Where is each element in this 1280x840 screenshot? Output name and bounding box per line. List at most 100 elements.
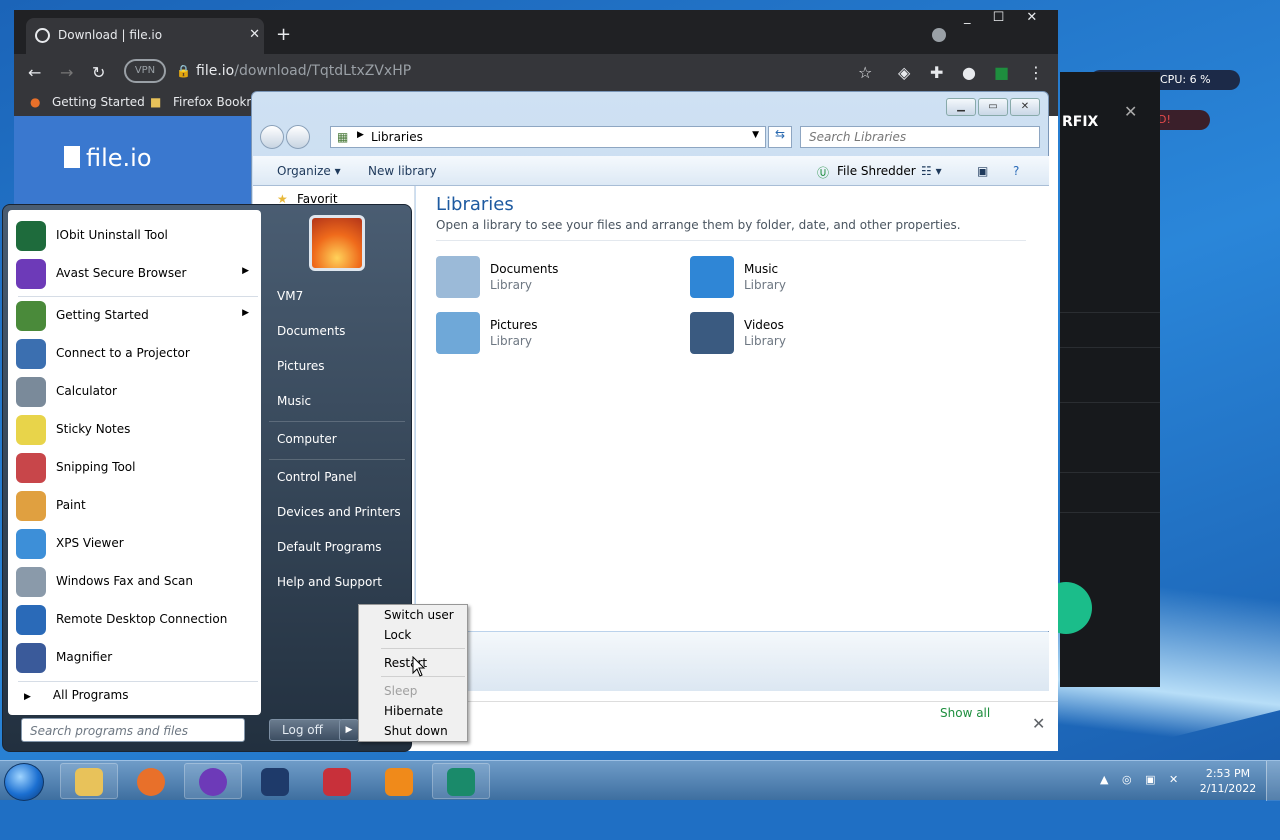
- log-off-button[interactable]: Log off: [269, 719, 343, 741]
- program-item[interactable]: Connect to a Projector: [12, 336, 257, 372]
- program-item[interactable]: XPS Viewer: [12, 526, 257, 562]
- start-item-pictures[interactable]: Pictures: [277, 359, 325, 373]
- show-desktop-button[interactable]: [1266, 761, 1280, 801]
- close-tab-icon[interactable]: ✕: [249, 27, 260, 42]
- back-icon[interactable]: ←: [28, 63, 41, 82]
- nav-buttons: [260, 125, 312, 152]
- start-item-computer[interactable]: Computer: [277, 432, 337, 446]
- start-item-default-programs[interactable]: Default Programs: [277, 540, 382, 554]
- program-item[interactable]: Snipping Tool: [12, 450, 257, 486]
- taskbar-app-firefox[interactable]: [122, 763, 180, 799]
- site-logo[interactable]: file.io: [86, 144, 152, 172]
- tray-expand-icon[interactable]: ▲: [1100, 773, 1108, 786]
- close-icon[interactable]: ✕: [1124, 102, 1137, 121]
- start-item-control-panel[interactable]: Control Panel: [277, 470, 357, 484]
- tray-app-icon[interactable]: ◎: [1122, 773, 1132, 786]
- file-shredder-button[interactable]: File Shredder: [837, 164, 916, 178]
- start-item-documents[interactable]: Documents: [277, 324, 345, 338]
- library-documents[interactable]: Documents Library: [436, 256, 686, 306]
- close-icon[interactable]: ✕: [1032, 714, 1045, 733]
- vpn-badge[interactable]: VPN: [124, 59, 166, 83]
- taskbar-app-grid[interactable]: [432, 763, 490, 799]
- reload-icon[interactable]: ↻: [92, 63, 105, 82]
- help-icon[interactable]: ?: [1013, 164, 1019, 178]
- program-item[interactable]: Windows Fax and Scan: [12, 564, 257, 600]
- program-item[interactable]: Avast Secure Browser ▶: [12, 256, 257, 292]
- taskbar-app-avast[interactable]: [184, 763, 242, 799]
- browser-tab[interactable]: Download | file.io ✕: [26, 18, 264, 54]
- program-item[interactable]: Paint: [12, 488, 257, 524]
- organize-label: Organize: [277, 164, 331, 178]
- program-item[interactable]: Getting Started ▶: [12, 298, 257, 334]
- menu-item-hibernate[interactable]: Hibernate: [384, 704, 443, 718]
- back-button[interactable]: [260, 125, 284, 149]
- explorer-address-bar[interactable]: ▦ ▶ Libraries ▼: [330, 126, 766, 148]
- minimize-button[interactable]: ▁: [946, 98, 976, 116]
- volume-muted-icon[interactable]: ✕: [1169, 773, 1178, 786]
- organize-button[interactable]: Organize ▾: [277, 164, 341, 178]
- close-button[interactable]: ✕: [1010, 98, 1040, 116]
- file-icon: [64, 146, 80, 168]
- tab-search-icon[interactable]: [932, 28, 946, 42]
- firefox-icon: ●: [30, 95, 41, 109]
- divider: [1060, 472, 1160, 473]
- menu-item-shut-down[interactable]: Shut down: [384, 724, 448, 738]
- window-controls[interactable]: _ ☐ ✕: [964, 10, 1037, 25]
- star-icon[interactable]: ☆: [858, 63, 872, 82]
- program-item[interactable]: Magnifier: [12, 640, 257, 676]
- chevron-right-icon[interactable]: ▶: [357, 130, 364, 140]
- start-search-input[interactable]: Search programs and files: [21, 718, 245, 742]
- start-button[interactable]: [4, 763, 44, 801]
- program-item[interactable]: Sticky Notes: [12, 412, 257, 448]
- start-item-devices-printers[interactable]: Devices and Printers: [277, 505, 401, 519]
- forward-button[interactable]: [286, 125, 310, 149]
- power-options-arrow[interactable]: ▶: [339, 719, 359, 741]
- chevron-down-icon[interactable]: ▼: [752, 130, 759, 140]
- system-tray: ▲ ◎ ▣ ✕: [1100, 773, 1178, 786]
- address-bar[interactable]: file.io/download/TqtdLtxZVxHP: [196, 63, 411, 79]
- shield-icon: [261, 768, 289, 796]
- library-videos[interactable]: Videos Library: [690, 312, 940, 362]
- library-music[interactable]: Music Library: [690, 256, 940, 306]
- bookmark-getting-started[interactable]: Getting Started: [52, 95, 145, 109]
- new-tab-icon[interactable]: +: [276, 24, 291, 45]
- maximize-button[interactable]: ▭: [978, 98, 1008, 116]
- program-item[interactable]: Remote Desktop Connection: [12, 602, 257, 638]
- bookmark-firefox-bookmarks[interactable]: Firefox Bookm: [173, 95, 258, 109]
- folder-icon: [75, 768, 103, 796]
- lock-icon[interactable]: 🔒: [176, 64, 191, 78]
- taskbar-app-vlc[interactable]: [370, 763, 428, 799]
- program-label: XPS Viewer: [56, 536, 124, 550]
- extension-icon[interactable]: ◈: [898, 63, 910, 82]
- shield-check-icon[interactable]: ■: [994, 63, 1009, 82]
- library-name: Documents: [490, 262, 559, 276]
- start-item-help-support[interactable]: Help and Support: [277, 575, 382, 589]
- explorer-search-input[interactable]: Search Libraries: [800, 126, 1040, 148]
- refresh-icon[interactable]: ⇆: [768, 126, 792, 148]
- all-programs-button[interactable]: ▶ All Programs: [24, 688, 129, 702]
- show-all-link[interactable]: Show all: [940, 706, 990, 720]
- taskbar-app-recorder[interactable]: [308, 763, 366, 799]
- puzzle-icon[interactable]: ✚: [930, 63, 943, 82]
- preview-pane-icon[interactable]: ▣: [977, 164, 988, 178]
- network-icon[interactable]: ▣: [1145, 773, 1155, 786]
- clock[interactable]: 2:53 PM 2/11/2022: [1198, 766, 1258, 796]
- avatar[interactable]: [309, 215, 365, 271]
- library-pictures[interactable]: Pictures Library: [436, 312, 686, 362]
- profile-icon[interactable]: ●: [962, 63, 976, 82]
- program-label: Windows Fax and Scan: [56, 574, 194, 588]
- program-item[interactable]: Calculator: [12, 374, 257, 410]
- taskbar-app-vpn[interactable]: [246, 763, 304, 799]
- taskbar-app-explorer[interactable]: [60, 763, 118, 799]
- program-item[interactable]: IObit Uninstall Tool: [12, 218, 257, 254]
- start-item-user[interactable]: VM7: [277, 289, 303, 303]
- divider: [436, 240, 1026, 241]
- start-item-music[interactable]: Music: [277, 394, 311, 408]
- breadcrumb[interactable]: Libraries: [371, 130, 423, 144]
- menu-icon[interactable]: ⋮: [1028, 63, 1044, 82]
- menu-item-switch-user[interactable]: Switch user: [384, 608, 454, 622]
- new-library-button[interactable]: New library: [368, 164, 437, 178]
- forward-icon[interactable]: →: [60, 63, 73, 82]
- view-options-icon[interactable]: ☷ ▾: [921, 164, 942, 178]
- menu-item-lock[interactable]: Lock: [384, 628, 411, 642]
